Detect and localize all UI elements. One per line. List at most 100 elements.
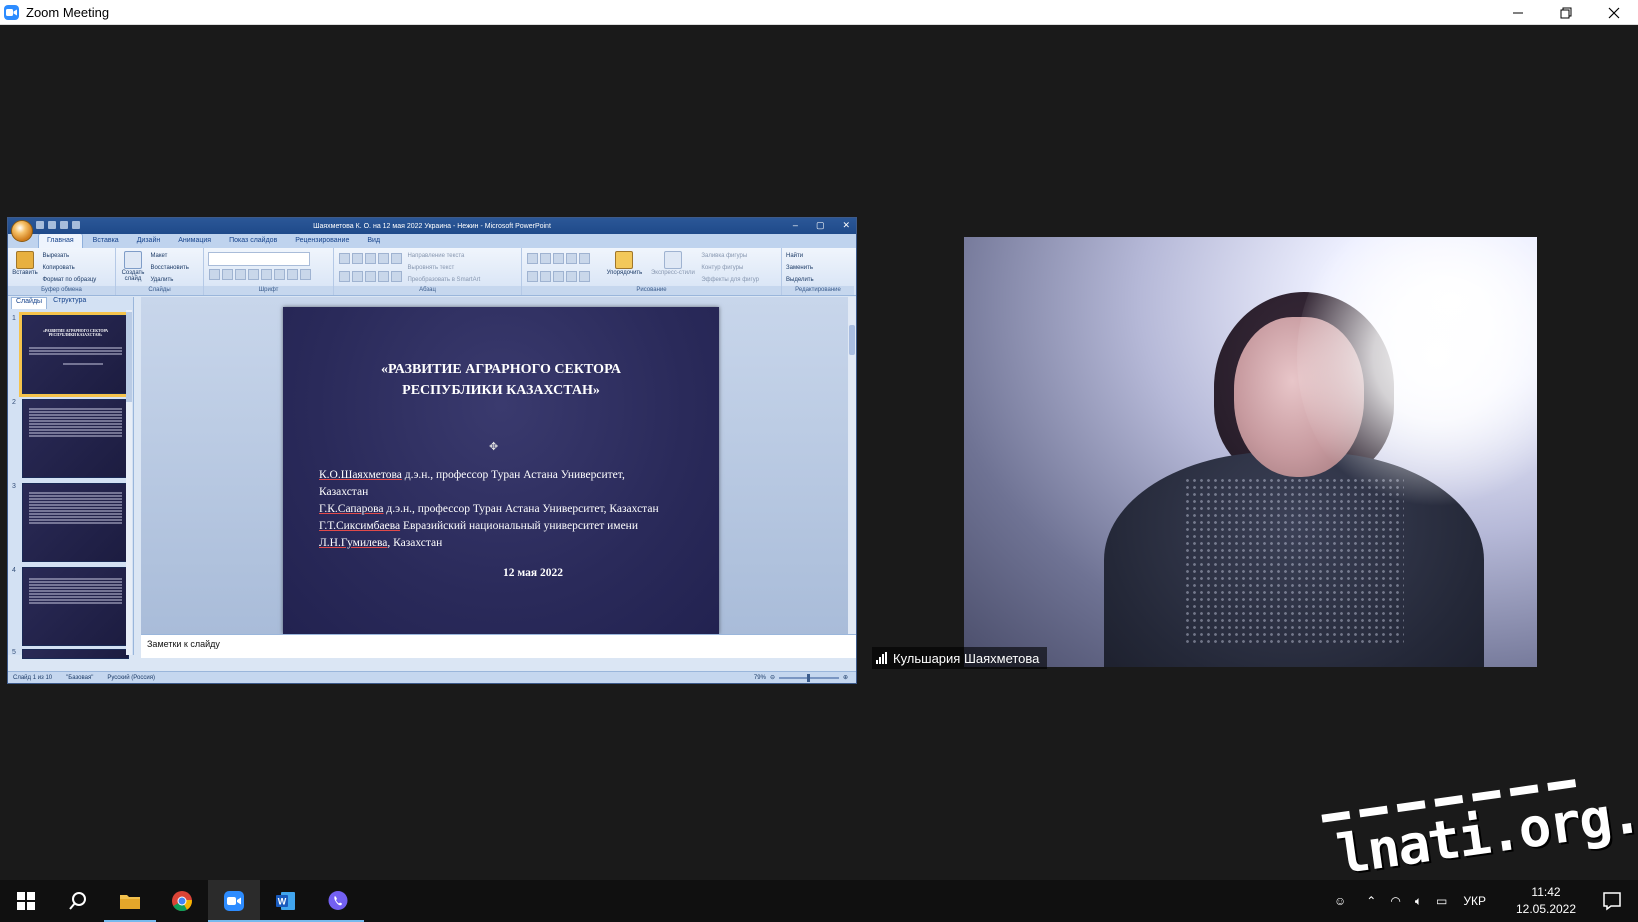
format-painter-label: Формат по образцу <box>42 277 97 283</box>
windows-logo-icon <box>17 892 35 910</box>
author-4-name: Л.Н.Гумилева <box>319 537 388 549</box>
zoom-in-icon: ⊕ <box>842 675 848 681</box>
zoom-title-bar: Zoom Meeting <box>0 0 1638 25</box>
ppt-tab-insert: Вставка <box>92 236 119 244</box>
slide-authors: К.О.Шаяхметова д.э.н., профессор Туран А… <box>319 467 699 552</box>
taskbar-chrome[interactable] <box>156 880 208 922</box>
layout-label: Макет <box>150 253 168 259</box>
thumb-number: 4 <box>12 567 16 574</box>
current-slide: «РАЗВИТИЕ АГРАРНОГО СЕКТОРА РЕСПУБЛИКИ К… <box>283 307 719 634</box>
taskbar-viber[interactable] <box>312 880 364 922</box>
cut-label: Вырезать <box>42 253 70 259</box>
ppt-ribbon: Вставить Вырезать Копировать Формат по о… <box>8 248 856 296</box>
start-button[interactable] <box>0 880 52 922</box>
paragraph-group-label: Абзац <box>334 286 521 295</box>
ppt-tab-animation: Анимация <box>178 236 212 244</box>
author-1-affiliation: д.э.н., профессор Туран Астана Университ… <box>401 469 625 481</box>
ppt-workspace: Слайды Структура 1 «РАЗВИТИЕ АГРАРНОГО С… <box>8 297 856 659</box>
slide-count: Слайд 1 из 10 <box>13 674 53 681</box>
close-button[interactable] <box>1590 0 1638 25</box>
search-icon <box>69 892 86 910</box>
find-label: Найти <box>786 253 804 259</box>
paste-label: Вставить <box>12 270 38 276</box>
slide-scrollbar <box>848 297 856 634</box>
word-icon: W <box>276 892 295 910</box>
shape-effects-label: Эффекты для фигур <box>701 277 759 283</box>
outline-tab: Структура <box>53 297 87 304</box>
zoom-icon <box>224 891 244 911</box>
taskbar-zoom[interactable] <box>208 880 260 922</box>
slide-thumbnail <box>22 483 129 562</box>
author-2-affiliation: д.э.н., профессор Туран Астана Университ… <box>383 503 659 515</box>
zoom-out-icon: ⊖ <box>769 675 775 681</box>
taskbar-word[interactable]: W <box>260 880 312 922</box>
ribbon-group-slides: Создать слайд Макет Восстановить Удалить… <box>116 248 204 295</box>
slides-panel: Слайды Структура 1 «РАЗВИТИЕ АГРАРНОГО С… <box>8 297 134 659</box>
language-status: Русский (Россия) <box>107 674 155 681</box>
ribbon-group-font: Шрифт <box>204 248 334 295</box>
search-button[interactable] <box>52 880 104 922</box>
chrome-icon <box>172 891 192 912</box>
ribbon-group-editing: Найти Заменить Выделить Редактирование <box>782 248 854 295</box>
slide-thumbnail <box>22 399 129 478</box>
folder-icon <box>120 895 140 909</box>
smartart-label: Преобразовать в SmartArt <box>407 277 481 283</box>
restore-button[interactable] <box>1542 0 1590 25</box>
ribbon-group-drawing: Упорядочить Экспресс-стили Заливка фигур… <box>522 248 782 295</box>
participant-name: Кульшария Шаяхметова <box>893 650 1040 666</box>
reset-label: Восстановить <box>150 265 189 271</box>
ppt-window-title: Шаяхметова К. О. на 12 мая 2022 Украина … <box>313 222 551 230</box>
svg-text:W: W <box>278 897 287 907</box>
ppt-window-controls: – ▢ ✕ <box>792 220 850 230</box>
author-2-name: Г.К.Сапарова <box>319 503 384 515</box>
align-text-label: Выровнять текст <box>407 265 455 271</box>
participant-video[interactable] <box>964 237 1537 667</box>
close-icon <box>1608 7 1620 18</box>
text-direction-label: Направление текста <box>407 253 465 259</box>
minimize-button[interactable] <box>1494 0 1542 25</box>
slides-tab: Слайды <box>11 297 48 309</box>
window-title: Zoom Meeting <box>26 4 110 20</box>
taskbar-file-explorer[interactable] <box>104 880 156 922</box>
clipboard-group-label: Буфер обмена <box>8 286 115 295</box>
thumb-number: 1 <box>12 315 16 322</box>
viber-icon <box>328 891 348 910</box>
slide-thumbnail <box>22 567 129 646</box>
slide-canvas: «РАЗВИТИЕ АГРАРНОГО СЕКТОРА РЕСПУБЛИКИ К… <box>141 297 856 634</box>
ppt-tab-design: Дизайн <box>136 236 161 244</box>
author-1-country: Казахстан <box>319 486 369 498</box>
ppt-tab-review: Рецензирование <box>295 236 350 244</box>
author-1-name: К.О.Шаяхметова <box>319 469 402 481</box>
ppt-tab-view: Вид <box>367 236 381 244</box>
thumb-number: 2 <box>12 399 16 406</box>
slide-thumbnail <box>22 649 129 659</box>
select-label: Выделить <box>786 277 814 283</box>
restore-icon <box>1560 7 1572 18</box>
shared-screen[interactable]: Шаяхметова К. О. на 12 мая 2022 Украина … <box>7 217 857 684</box>
shape-fill-label: Заливка фигуры <box>701 253 748 259</box>
slide-title: «РАЗВИТИЕ АГРАРНОГО СЕКТОРА РЕСПУБЛИКИ К… <box>313 359 689 401</box>
zoom-slider <box>778 673 839 682</box>
font-group-label: Шрифт <box>204 286 333 295</box>
ppt-tab-home: Главная <box>38 233 83 248</box>
theme-name: "Базовая" <box>66 674 94 681</box>
zoom-level: 79% <box>753 674 766 681</box>
ribbon-group-clipboard: Вставить Вырезать Копировать Формат по о… <box>8 248 116 295</box>
quick-access-toolbar <box>36 221 80 229</box>
arrange-label: Упорядочить <box>606 270 643 276</box>
new-slide-label: Создать слайд <box>121 270 145 282</box>
ppt-title-bar: Шаяхметова К. О. на 12 мая 2022 Украина … <box>8 218 856 242</box>
mouse-cursor-icon: ✥ <box>489 441 499 453</box>
notifications-button[interactable] <box>1586 880 1638 922</box>
slide-title-line-2: РЕСПУБЛИКИ КАЗАХСТАН» <box>402 383 600 398</box>
slides-scrollbar <box>126 310 132 655</box>
editing-group-label: Редактирование <box>782 286 854 295</box>
ppt-status-bar: Слайд 1 из 10 "Базовая" Русский (Россия)… <box>8 671 856 683</box>
quick-styles-label: Экспресс-стили <box>650 270 695 276</box>
signal-strength-icon <box>876 652 887 664</box>
office-button-icon <box>11 220 33 242</box>
clock-date: 12.05.2022 <box>1515 902 1577 916</box>
ppt-tab-slideshow: Показ слайдов <box>229 236 278 244</box>
ribbon-group-paragraph: Направление текста Выровнять текст Преоб… <box>334 248 522 295</box>
notification-icon <box>1603 892 1621 911</box>
